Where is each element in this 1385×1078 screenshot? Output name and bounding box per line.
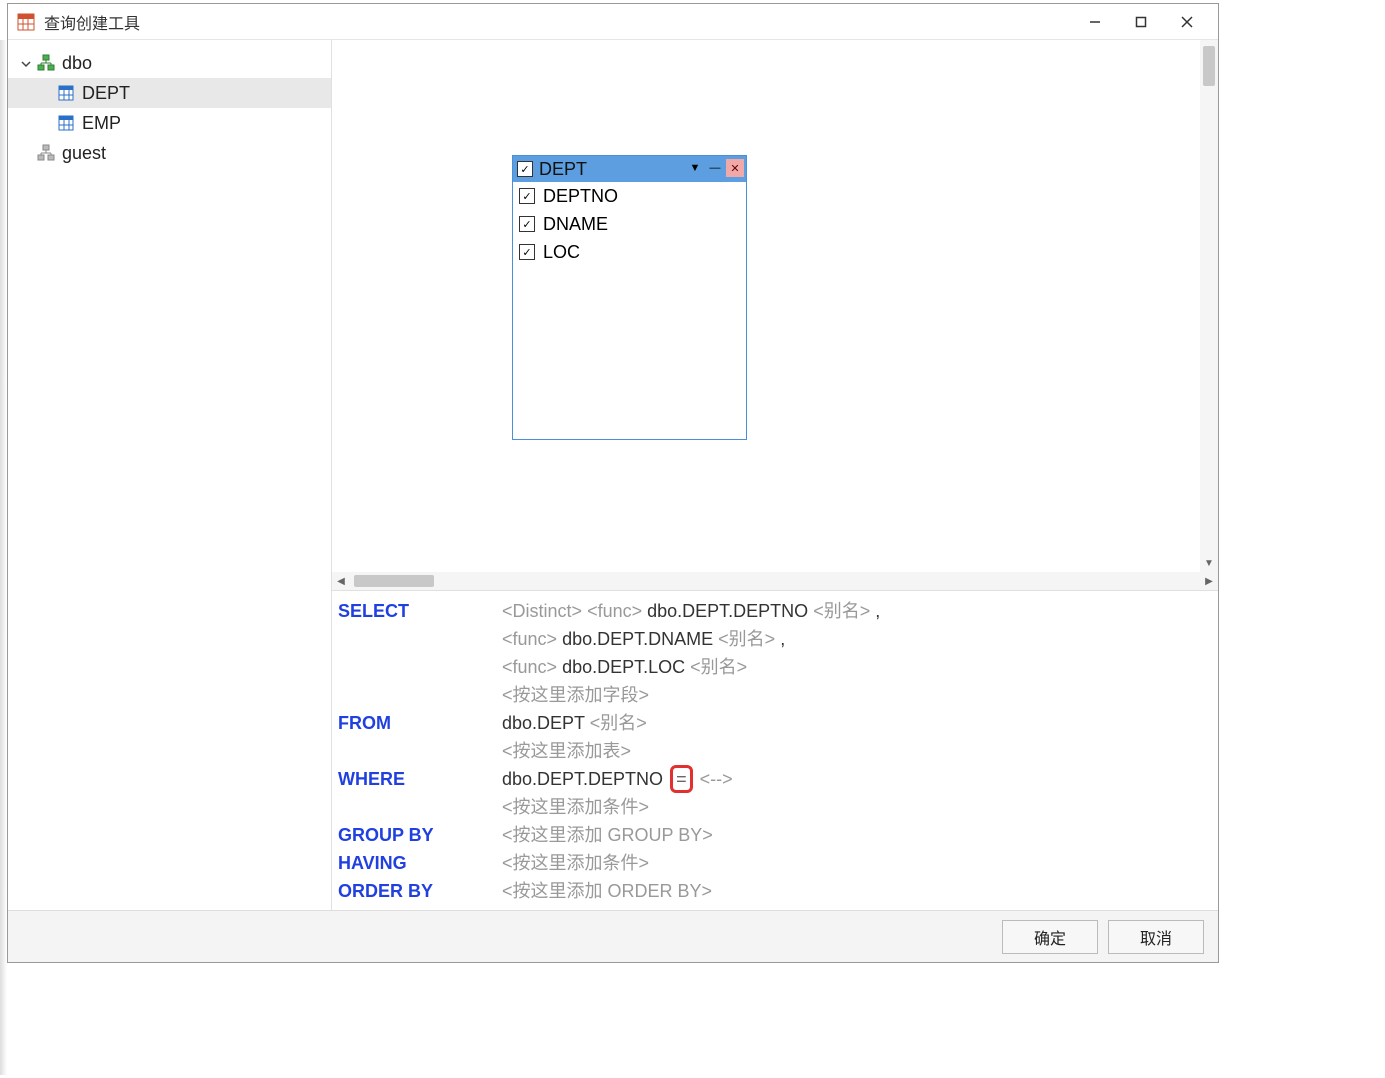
window-title: 查询创建工具: [44, 10, 140, 34]
schema-node-dbo[interactable]: dbo: [8, 48, 331, 78]
table-box-dept[interactable]: ✓ DEPT ▼ — ✕ ✓ DEPTNO ✓ DNAM: [512, 155, 747, 440]
sql-from-addtable: <按这里添加表>: [332, 737, 1208, 765]
add-table-placeholder[interactable]: <按这里添加表>: [502, 741, 631, 761]
alias-placeholder[interactable]: <别名>: [590, 713, 647, 733]
diagram-canvas[interactable]: ▲ ▼ ✓ DEPT ▼ — ✕ ✓: [332, 40, 1218, 572]
cancel-button[interactable]: 取消: [1108, 920, 1204, 954]
select-field[interactable]: dbo.DEPT.DEPTNO: [647, 601, 808, 621]
distinct-placeholder[interactable]: <Distinct>: [502, 601, 582, 621]
sql-keyword-groupby: GROUP BY: [332, 821, 502, 849]
column-checkbox[interactable]: ✓: [519, 188, 535, 204]
table-node-dept[interactable]: DEPT: [8, 78, 331, 108]
table-label: DEPT: [82, 83, 130, 104]
func-placeholder[interactable]: <func>: [502, 657, 557, 677]
column-checkbox[interactable]: ✓: [519, 244, 535, 260]
add-groupby-placeholder[interactable]: <按这里添加 GROUP BY>: [502, 825, 713, 845]
sql-select-addfield: <按这里添加字段>: [332, 681, 1208, 709]
comma: ,: [780, 629, 785, 649]
table-close-icon[interactable]: ✕: [726, 159, 744, 177]
select-field[interactable]: dbo.DEPT.DNAME: [562, 629, 713, 649]
sql-from-row: FROM dbo.DEPT <别名>: [332, 709, 1208, 737]
vertical-scrollbar[interactable]: ▲ ▼: [1200, 40, 1218, 572]
sql-select-row-cont: <func> dbo.DEPT.DNAME <别名> ,: [332, 625, 1208, 653]
sql-builder-panel: SELECT <Distinct> <func> dbo.DEPT.DEPTNO…: [332, 590, 1218, 910]
sql-orderby-row: ORDER BY <按这里添加 ORDER BY>: [332, 877, 1208, 905]
table-box-title: DEPT: [539, 159, 587, 180]
scroll-left-icon[interactable]: ◀: [332, 572, 350, 590]
scroll-thumb[interactable]: [354, 575, 434, 587]
alias-placeholder[interactable]: <别名>: [718, 629, 775, 649]
select-all-checkbox[interactable]: ✓: [517, 161, 533, 177]
add-having-placeholder[interactable]: <按这里添加条件>: [502, 853, 649, 873]
schema-tree: dbo DEPT: [8, 40, 332, 910]
titlebar: 查询创建工具: [8, 4, 1218, 40]
where-operator[interactable]: =: [670, 765, 693, 793]
schema-label: dbo: [62, 53, 92, 74]
caret-down-icon[interactable]: [18, 53, 34, 74]
sql-keyword-from: FROM: [332, 709, 502, 737]
func-placeholder[interactable]: <func>: [587, 601, 642, 621]
column-row[interactable]: ✓ DEPTNO: [513, 182, 746, 210]
scroll-thumb[interactable]: [1203, 46, 1215, 86]
schema-node-guest[interactable]: guest: [8, 138, 331, 168]
close-button[interactable]: [1164, 6, 1210, 38]
scroll-down-icon[interactable]: ▼: [1200, 554, 1218, 572]
add-condition-placeholder[interactable]: <按这里添加条件>: [502, 797, 649, 817]
column-label: DNAME: [543, 214, 608, 235]
scroll-right-icon[interactable]: ▶: [1200, 572, 1218, 590]
table-node-emp[interactable]: EMP: [8, 108, 331, 138]
func-placeholder[interactable]: <func>: [502, 629, 557, 649]
dialog-window: 查询创建工具: [7, 3, 1219, 963]
table-dropdown-icon[interactable]: ▼: [686, 159, 704, 177]
column-checkbox[interactable]: ✓: [519, 216, 535, 232]
select-field[interactable]: dbo.DEPT.LOC: [562, 657, 685, 677]
sql-keyword-select: SELECT: [332, 597, 502, 625]
horizontal-scrollbar[interactable]: ◀ ▶: [332, 572, 1218, 590]
schema-label: guest: [62, 143, 106, 164]
sql-select-row-cont: <func> dbo.DEPT.LOC <别名>: [332, 653, 1208, 681]
ok-button[interactable]: 确定: [1002, 920, 1098, 954]
add-orderby-placeholder[interactable]: <按这里添加 ORDER BY>: [502, 881, 712, 901]
sql-keyword-having: HAVING: [332, 849, 502, 877]
schema-icon: [36, 143, 56, 163]
column-row[interactable]: ✓ LOC: [513, 238, 746, 266]
column-row[interactable]: ✓ DNAME: [513, 210, 746, 238]
where-field[interactable]: dbo.DEPT.DEPTNO: [502, 769, 663, 789]
sql-select-row: SELECT <Distinct> <func> dbo.DEPT.DEPTNO…: [332, 597, 1208, 625]
add-field-placeholder[interactable]: <按这里添加字段>: [502, 685, 649, 705]
left-shadow: [0, 40, 7, 1075]
from-table[interactable]: dbo.DEPT: [502, 713, 585, 733]
dialog-body: dbo DEPT: [8, 40, 1218, 910]
alias-placeholder[interactable]: <别名>: [690, 657, 747, 677]
app-icon: [16, 12, 36, 32]
main-panel: ▲ ▼ ✓ DEPT ▼ — ✕ ✓: [332, 40, 1218, 910]
sql-where-addcond: <按这里添加条件>: [332, 793, 1208, 821]
dialog-footer: 确定 取消: [8, 910, 1218, 962]
column-label: DEPTNO: [543, 186, 618, 207]
alias-placeholder[interactable]: <别名>: [813, 601, 870, 621]
where-value-placeholder[interactable]: <-->: [700, 769, 733, 789]
column-label: LOC: [543, 242, 580, 263]
table-box-header[interactable]: ✓ DEPT ▼ — ✕: [513, 156, 746, 182]
sql-groupby-row: GROUP BY <按这里添加 GROUP BY>: [332, 821, 1208, 849]
sql-having-row: HAVING <按这里添加条件>: [332, 849, 1208, 877]
minimize-button[interactable]: [1072, 6, 1118, 38]
sql-where-row: WHERE dbo.DEPT.DEPTNO = <-->: [332, 765, 1208, 793]
table-icon: [56, 83, 76, 103]
sql-keyword-orderby: ORDER BY: [332, 877, 502, 905]
comma: ,: [875, 601, 880, 621]
sql-keyword-where: WHERE: [332, 765, 502, 793]
table-icon: [56, 113, 76, 133]
table-label: EMP: [82, 113, 121, 134]
table-minimize-icon[interactable]: —: [706, 159, 724, 177]
maximize-button[interactable]: [1118, 6, 1164, 38]
schema-icon: [36, 53, 56, 73]
